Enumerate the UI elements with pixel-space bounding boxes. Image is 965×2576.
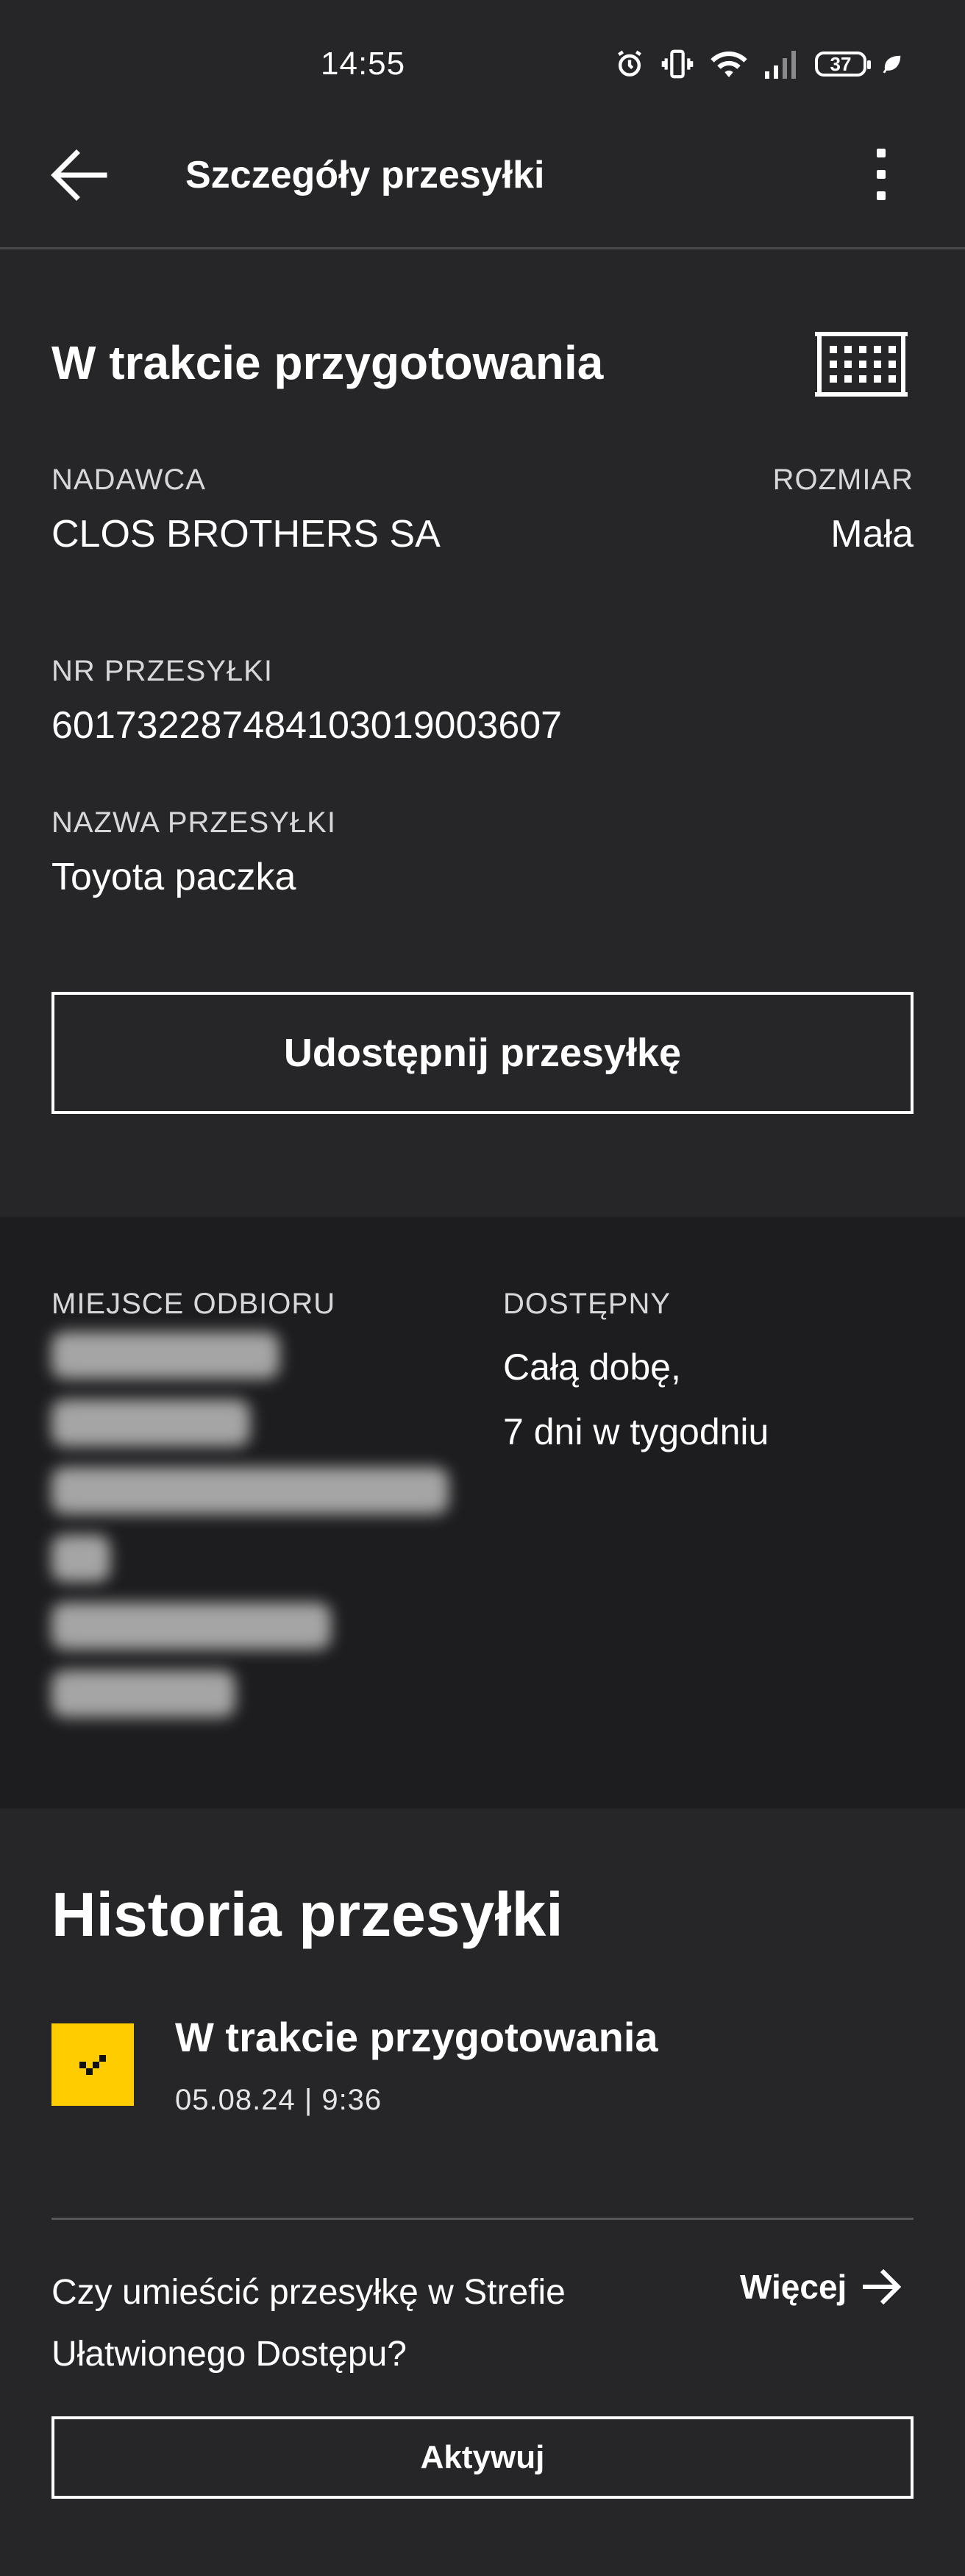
size-label: ROZMIAR bbox=[772, 464, 914, 496]
redacted-line bbox=[51, 1467, 449, 1514]
more-link[interactable]: Więcej bbox=[740, 2266, 904, 2307]
easy-access-question: Czy umieścić przesyłkę w Strefie Ułatwio… bbox=[51, 2273, 566, 2374]
battery-level: 37 bbox=[830, 52, 852, 75]
history-title: Historia przesyłki bbox=[51, 1880, 563, 1949]
more-vertical-icon-dot bbox=[877, 191, 886, 200]
divider bbox=[51, 2218, 914, 2220]
more-link-label: Więcej bbox=[740, 2268, 847, 2306]
arrow-left-icon bbox=[51, 149, 107, 201]
availability-line-2: 7 dni w tygodniu bbox=[503, 1411, 769, 1452]
redacted-line bbox=[51, 1603, 331, 1650]
history-status-badge bbox=[51, 2023, 134, 2106]
more-vertical-icon-dot bbox=[877, 170, 886, 179]
shipment-number-label: NR PRZESYŁKI bbox=[51, 655, 273, 687]
shipment-number-value: 601732287484103019003607 bbox=[51, 704, 563, 747]
availability-value: Całą dobę, 7 dni w tygodniu bbox=[503, 1335, 769, 1464]
alarm-icon bbox=[618, 50, 641, 77]
sender-value: CLOS BROTHERS SA bbox=[51, 513, 441, 556]
pickup-address-redacted bbox=[51, 1332, 449, 1738]
shipment-name-value: Toyota paczka bbox=[51, 856, 296, 898]
vibrate-icon bbox=[661, 49, 694, 79]
history-item-date: 05.08.24 | 9:36 bbox=[175, 2084, 382, 2116]
sender-label: NADAWCA bbox=[51, 464, 206, 496]
status-time: 14:55 bbox=[321, 46, 406, 82]
arrow-right-icon bbox=[863, 2268, 902, 2305]
page-title: Szczegóły przesyłki bbox=[185, 154, 545, 196]
redacted-line bbox=[51, 1670, 235, 1717]
redacted-line bbox=[51, 1535, 110, 1582]
back-button[interactable] bbox=[49, 147, 110, 203]
parcel-locker-icon bbox=[815, 332, 908, 397]
leaf-icon bbox=[883, 55, 901, 74]
shipment-name-label: NAZWA PRZESYŁKI bbox=[51, 806, 336, 839]
share-shipment-button[interactable]: Udostępnij przesyłkę bbox=[51, 992, 914, 1114]
battery-icon: 37 bbox=[815, 52, 871, 77]
activate-button[interactable]: Aktywuj bbox=[51, 2416, 914, 2499]
pickup-place-label: MIEJSCE ODBIORU bbox=[51, 1288, 336, 1320]
size-value: Mała bbox=[830, 513, 914, 556]
history-item-status: W trakcie przygotowania bbox=[175, 2014, 658, 2060]
wifi-icon bbox=[711, 51, 747, 77]
availability-line-1: Całą dobę, bbox=[503, 1346, 681, 1388]
more-menu-button[interactable] bbox=[868, 149, 894, 200]
availability-label: DOSTĘPNY bbox=[503, 1288, 672, 1320]
more-vertical-icon-dot bbox=[877, 149, 886, 157]
redacted-line bbox=[51, 1332, 279, 1379]
check-icon bbox=[79, 2055, 106, 2075]
signal-icon bbox=[765, 51, 796, 79]
shipment-status: W trakcie przygotowania bbox=[51, 336, 604, 389]
status-icons: 37 bbox=[613, 47, 903, 81]
redacted-line bbox=[51, 1399, 250, 1447]
